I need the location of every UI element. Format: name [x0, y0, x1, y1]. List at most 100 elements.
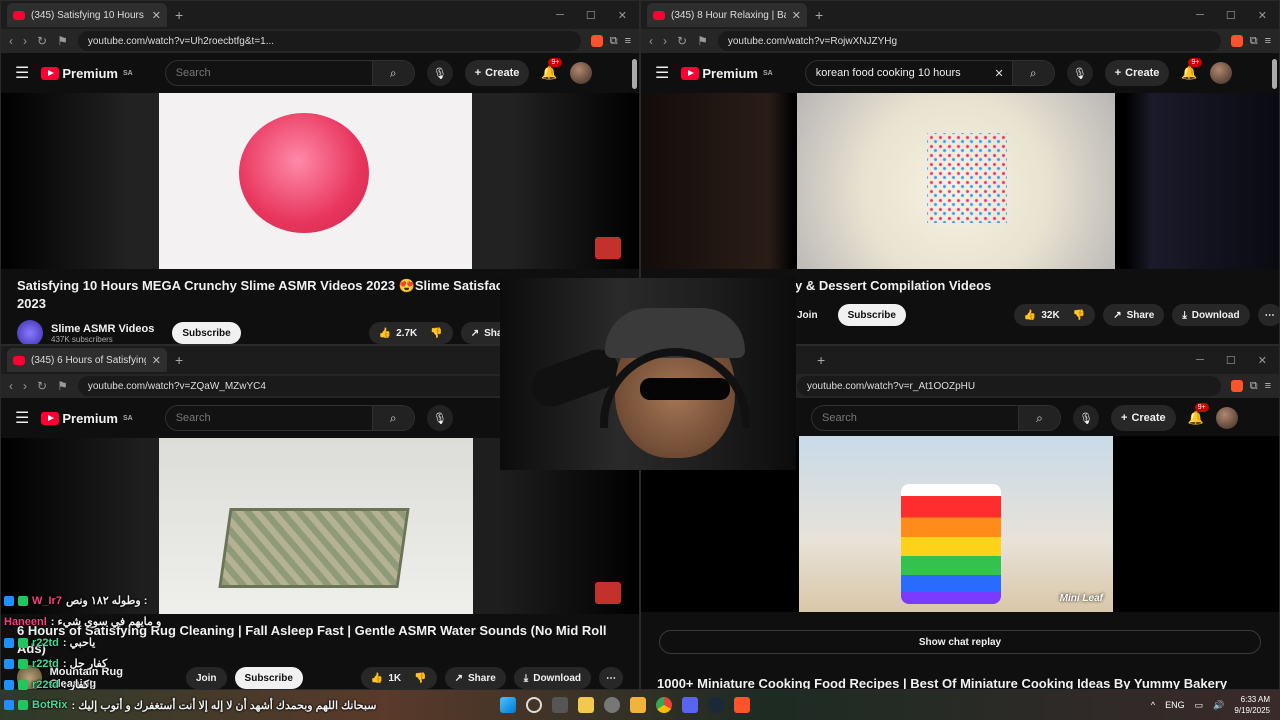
extension-icon[interactable]: ⧉: [610, 35, 618, 48]
brave-icon[interactable]: [734, 697, 750, 713]
avatar[interactable]: [1215, 407, 1238, 429]
more-actions-button[interactable]: ⋯: [1257, 304, 1279, 326]
bell-icon[interactable]: 🔔 9+: [1188, 403, 1209, 426]
mic-icon[interactable]: 🎙: [1066, 60, 1093, 86]
url-field[interactable]: youtube.com/watch?v=RojwXNJZYHg: [717, 31, 1221, 51]
tab-active[interactable]: (345) 6 Hours of Satisfying Rug ✕: [7, 348, 167, 372]
search-input[interactable]: Search: [176, 67, 211, 79]
search-input[interactable]: korean food cooking 10 hours: [816, 67, 995, 79]
menu-icon[interactable]: ≡: [625, 35, 631, 48]
close-tab-icon[interactable]: ✕: [792, 9, 801, 22]
scrollbar[interactable]: [1272, 59, 1277, 89]
search-icon[interactable]: ⌕: [371, 61, 414, 85]
new-tab-icon[interactable]: +: [175, 352, 183, 368]
minimize-icon[interactable]: ─: [1196, 354, 1204, 367]
search-input[interactable]: Search: [822, 412, 857, 424]
close-window-icon[interactable]: ✕: [1258, 9, 1267, 22]
maximize-icon[interactable]: ☐: [1226, 9, 1236, 22]
thumbs-down-icon[interactable]: 👎: [1073, 310, 1085, 321]
create-button[interactable]: + Create: [1111, 405, 1176, 431]
search-icon[interactable]: ⌕: [1018, 406, 1060, 430]
reload-icon[interactable]: ↻: [37, 379, 47, 393]
bell-icon[interactable]: 🔔 9+: [1181, 58, 1203, 81]
avatar[interactable]: [1209, 62, 1232, 84]
subscribe-button[interactable]: Subscribe: [837, 304, 906, 326]
search-input[interactable]: Search: [176, 412, 211, 424]
bookmark-icon[interactable]: ⚑: [57, 34, 68, 48]
join-button[interactable]: Join: [795, 304, 820, 326]
thumbs-down-icon[interactable]: 👎: [430, 328, 442, 339]
close-tab-icon[interactable]: ✕: [152, 354, 161, 367]
clear-search-icon[interactable]: ✕: [995, 67, 1012, 80]
create-button[interactable]: + Create: [1104, 60, 1170, 86]
channel-avatar[interactable]: [17, 320, 43, 344]
forward-icon[interactable]: ›: [663, 34, 667, 48]
new-tab-icon[interactable]: +: [815, 7, 823, 23]
video-player[interactable]: [641, 93, 1279, 269]
brave-shield-icon[interactable]: [590, 34, 603, 47]
create-button[interactable]: + Create: [464, 60, 530, 86]
show-chat-replay-button[interactable]: Show chat replay: [659, 630, 1261, 654]
tab-active[interactable]: (345) Satisfying 10 Hours MEGA ✕: [7, 3, 167, 27]
tab-active[interactable]: (345) 8 Hour Relaxing | Bakery & ✕: [647, 3, 807, 27]
search-box[interactable]: Search ⌕: [164, 405, 415, 431]
url-field[interactable]: youtube.com/watch?v=Uh2roecbtfg&t=1...: [77, 31, 581, 51]
youtube-logo[interactable]: Premium SA: [681, 66, 773, 81]
scrollbar[interactable]: [632, 59, 637, 89]
search-icon[interactable]: ⌕: [371, 406, 414, 430]
maximize-icon[interactable]: ☐: [586, 9, 596, 22]
brave-shield-icon[interactable]: [1230, 379, 1243, 392]
language-indicator[interactable]: ENG: [1165, 700, 1185, 710]
brave-shield-icon[interactable]: [1230, 34, 1243, 47]
minimize-icon[interactable]: ─: [1196, 9, 1204, 22]
extension-icon[interactable]: ⧉: [1250, 35, 1258, 48]
chrome-icon[interactable]: [656, 697, 672, 713]
maximize-icon[interactable]: ☐: [1226, 354, 1236, 367]
share-button[interactable]: ↗ Share: [1103, 304, 1165, 326]
hamburger-menu-icon[interactable]: ☰: [15, 408, 29, 428]
extension-icon[interactable]: ⧉: [1250, 380, 1258, 393]
bookmark-icon[interactable]: ⚑: [697, 34, 708, 48]
hamburger-menu-icon[interactable]: ☰: [15, 63, 29, 83]
forward-icon[interactable]: ›: [23, 379, 27, 393]
search-box[interactable]: Search ⌕: [164, 60, 415, 86]
avatar[interactable]: [569, 62, 592, 84]
bell-icon[interactable]: 🔔 9+: [541, 58, 563, 81]
new-tab-icon[interactable]: +: [817, 352, 825, 368]
mic-icon[interactable]: 🎙: [426, 405, 453, 431]
channel-name[interactable]: Slime ASMR Videos: [51, 323, 154, 335]
menu-icon[interactable]: ≡: [1265, 380, 1271, 393]
close-tab-icon[interactable]: ✕: [152, 9, 161, 22]
like-button[interactable]: 👍 32K 👎: [1013, 304, 1096, 326]
bookmark-icon[interactable]: ⚑: [57, 379, 68, 393]
store-icon[interactable]: [578, 697, 594, 713]
close-window-icon[interactable]: ✕: [618, 9, 627, 22]
mic-icon[interactable]: 🎙: [426, 60, 453, 86]
mic-icon[interactable]: 🎙: [1073, 405, 1099, 431]
back-icon[interactable]: ‹: [9, 34, 13, 48]
discord-icon[interactable]: [682, 697, 698, 713]
hamburger-menu-icon[interactable]: ☰: [655, 63, 669, 83]
video-player[interactable]: [1, 93, 639, 269]
steam-icon[interactable]: [708, 697, 724, 713]
clock[interactable]: 6:33 AM 9/19/2025: [1234, 694, 1270, 716]
forward-icon[interactable]: ›: [23, 34, 27, 48]
reload-icon[interactable]: ↻: [677, 34, 687, 48]
back-icon[interactable]: ‹: [9, 379, 13, 393]
minimize-icon[interactable]: ─: [556, 9, 564, 22]
youtube-logo[interactable]: Premium SA: [41, 66, 133, 81]
task-view-icon[interactable]: [552, 697, 568, 713]
windows-start-icon[interactable]: [500, 697, 516, 713]
volume-icon[interactable]: 🔊: [1213, 700, 1224, 711]
more-actions-button[interactable]: ⋯: [599, 667, 623, 689]
new-tab-icon[interactable]: +: [175, 7, 183, 23]
subscribe-button[interactable]: Subscribe: [172, 322, 241, 344]
url-field[interactable]: youtube.com/watch?v=r_At1OOZpHU: [797, 376, 1221, 396]
search-icon[interactable]: [526, 697, 542, 713]
download-button[interactable]: ⤓ Download: [1172, 304, 1250, 326]
close-window-icon[interactable]: ✕: [1258, 354, 1267, 367]
settings-icon[interactable]: [604, 697, 620, 713]
reload-icon[interactable]: ↻: [37, 34, 47, 48]
youtube-logo[interactable]: Premium SA: [41, 411, 133, 426]
network-icon[interactable]: ▭: [1195, 700, 1204, 711]
